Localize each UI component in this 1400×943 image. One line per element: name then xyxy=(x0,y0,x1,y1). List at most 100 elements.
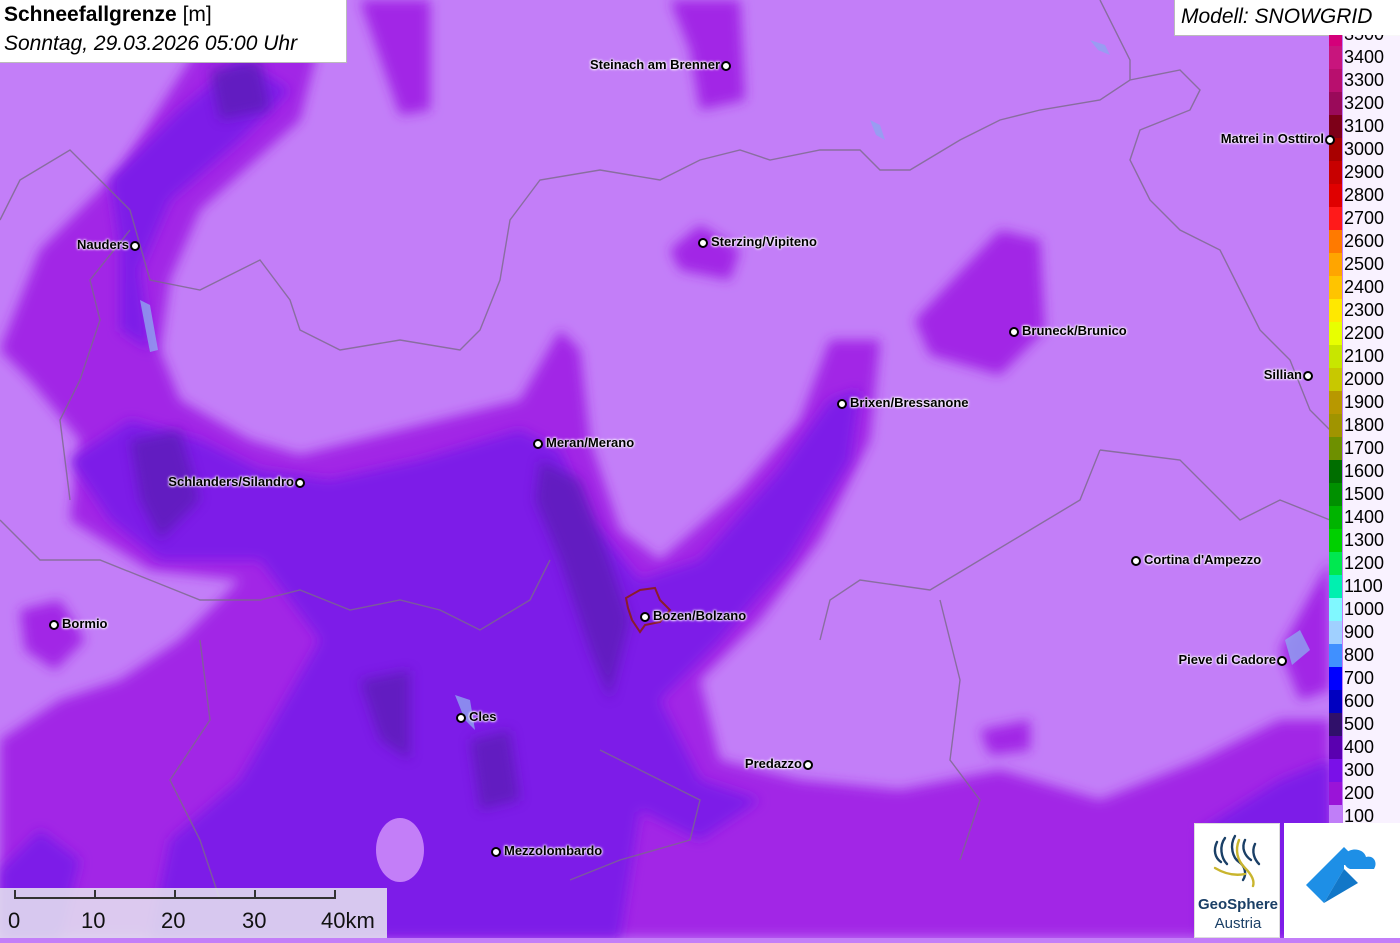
city-label[interactable]: Predazzo xyxy=(745,756,802,771)
city-marker[interactable] xyxy=(295,478,305,488)
legend-label: 3200 xyxy=(1343,92,1400,115)
legend-label: 2400 xyxy=(1343,276,1400,299)
legend-swatch xyxy=(1329,299,1342,322)
legend-entry: 600 xyxy=(1329,690,1400,713)
legend-label: 3500 xyxy=(1343,35,1400,46)
city-label[interactable]: Steinach am Brenner xyxy=(590,57,720,72)
legend-label: 2900 xyxy=(1343,161,1400,184)
snowline-map[interactable] xyxy=(0,0,1400,938)
city-marker[interactable] xyxy=(640,612,650,622)
legend-swatch xyxy=(1329,345,1342,368)
legend-swatch xyxy=(1329,253,1342,276)
legend-swatch xyxy=(1329,322,1342,345)
city-label[interactable]: Sterzing/Vipiteno xyxy=(711,234,817,249)
legend-entry: 500 xyxy=(1329,713,1400,736)
city-label[interactable]: Bozen/Bolzano xyxy=(653,608,746,623)
legend-entry: 2100 xyxy=(1329,345,1400,368)
scale-label: 20 xyxy=(161,908,186,933)
legend-entry: 1600 xyxy=(1329,460,1400,483)
legend-entry: 2200 xyxy=(1329,322,1400,345)
legend-swatch xyxy=(1329,736,1342,759)
city-marker[interactable] xyxy=(491,847,501,857)
model-box: Modell: SNOWGRID xyxy=(1174,0,1400,36)
city-label[interactable]: Schlanders/Silandro xyxy=(168,474,294,489)
scale-tick xyxy=(14,890,16,899)
legend-label: 1400 xyxy=(1343,506,1400,529)
legend-entry: 1500 xyxy=(1329,483,1400,506)
city-marker[interactable] xyxy=(837,399,847,409)
city-label[interactable]: Cortina d'Ampezzo xyxy=(1144,552,1261,567)
legend-label: 1600 xyxy=(1343,460,1400,483)
legend-entry: 200 xyxy=(1329,782,1400,805)
city-marker[interactable] xyxy=(1277,656,1287,666)
legend-swatch xyxy=(1329,35,1342,46)
city-marker[interactable] xyxy=(130,241,140,251)
legend-label: 1300 xyxy=(1343,529,1400,552)
legend-entry: 1700 xyxy=(1329,437,1400,460)
legend-swatch xyxy=(1329,759,1342,782)
city-label[interactable]: Sillian xyxy=(1264,367,1302,382)
city-marker[interactable] xyxy=(803,760,813,770)
legend-entry: 2600 xyxy=(1329,230,1400,253)
city-label[interactable]: Brixen/Bressanone xyxy=(850,395,969,410)
legend-swatch xyxy=(1329,782,1342,805)
app-logo[interactable] xyxy=(1284,823,1400,938)
legend-label: 1500 xyxy=(1343,483,1400,506)
city-label[interactable]: Matrei in Osttirol xyxy=(1221,131,1324,146)
legend-entry: 2000 xyxy=(1329,368,1400,391)
legend-entry: 3000 xyxy=(1329,138,1400,161)
scale-bar: 0 10 20 30 40km xyxy=(0,888,387,938)
geosphere-logo[interactable]: GeoSphere Austria xyxy=(1194,823,1280,938)
legend-label: 500 xyxy=(1343,713,1400,736)
legend-label: 900 xyxy=(1343,621,1400,644)
snow-arrow-icon xyxy=(1306,847,1376,903)
city-label[interactable]: Meran/Merano xyxy=(546,435,634,450)
city-marker[interactable] xyxy=(1303,371,1313,381)
scale-tick xyxy=(334,890,336,899)
legend-entry: 3300 xyxy=(1329,69,1400,92)
city-marker[interactable] xyxy=(456,713,466,723)
legend-entry: 3200 xyxy=(1329,92,1400,115)
legend-swatch xyxy=(1329,276,1342,299)
legend-label: 1200 xyxy=(1343,552,1400,575)
legend-label: 2800 xyxy=(1343,184,1400,207)
legend-swatch xyxy=(1329,644,1342,667)
model-label: Modell: SNOWGRID xyxy=(1181,5,1373,28)
city-label[interactable]: Bormio xyxy=(62,616,108,631)
city-label[interactable]: Pieve di Cadore xyxy=(1178,652,1276,667)
city-marker[interactable] xyxy=(1131,556,1141,566)
city-label[interactable]: Mezzolombardo xyxy=(504,843,602,858)
legend-label: 3100 xyxy=(1343,115,1400,138)
city-label[interactable]: Nauders xyxy=(77,237,129,252)
city-label[interactable]: Bruneck/Brunico xyxy=(1022,323,1127,338)
legend-label: 1100 xyxy=(1343,575,1400,598)
city-marker[interactable] xyxy=(721,61,731,71)
legend-entry: 300 xyxy=(1329,759,1400,782)
legend-label: 3400 xyxy=(1343,46,1400,69)
legend-entry: 1100 xyxy=(1329,575,1400,598)
city-marker[interactable] xyxy=(1009,327,1019,337)
legend-swatch xyxy=(1329,713,1342,736)
city-marker[interactable] xyxy=(533,439,543,449)
legend-entry: 1900 xyxy=(1329,391,1400,414)
legend-entry: 3400 xyxy=(1329,46,1400,69)
legend-label: 1700 xyxy=(1343,437,1400,460)
scale-label: 0 xyxy=(8,908,21,933)
title-box: Schneefallgrenze [m] Sonntag, 29.03.2026… xyxy=(0,0,347,63)
legend-entry: 1000 xyxy=(1329,598,1400,621)
legend-swatch xyxy=(1329,230,1342,253)
legend-entry: 2300 xyxy=(1329,299,1400,322)
city-marker[interactable] xyxy=(1325,135,1335,145)
legend-label: 100 xyxy=(1343,805,1400,823)
city-marker[interactable] xyxy=(698,238,708,248)
legend-entry: 1400 xyxy=(1329,506,1400,529)
scale-tick xyxy=(94,890,96,899)
legend-swatch xyxy=(1329,460,1342,483)
legend-label: 2300 xyxy=(1343,299,1400,322)
legend-label: 2200 xyxy=(1343,322,1400,345)
geosphere-emblem-icon xyxy=(1213,834,1261,888)
legend-swatch xyxy=(1329,437,1342,460)
city-label[interactable]: Cles xyxy=(469,709,496,724)
title-bold: Schneefallgrenze xyxy=(4,3,177,26)
city-marker[interactable] xyxy=(49,620,59,630)
